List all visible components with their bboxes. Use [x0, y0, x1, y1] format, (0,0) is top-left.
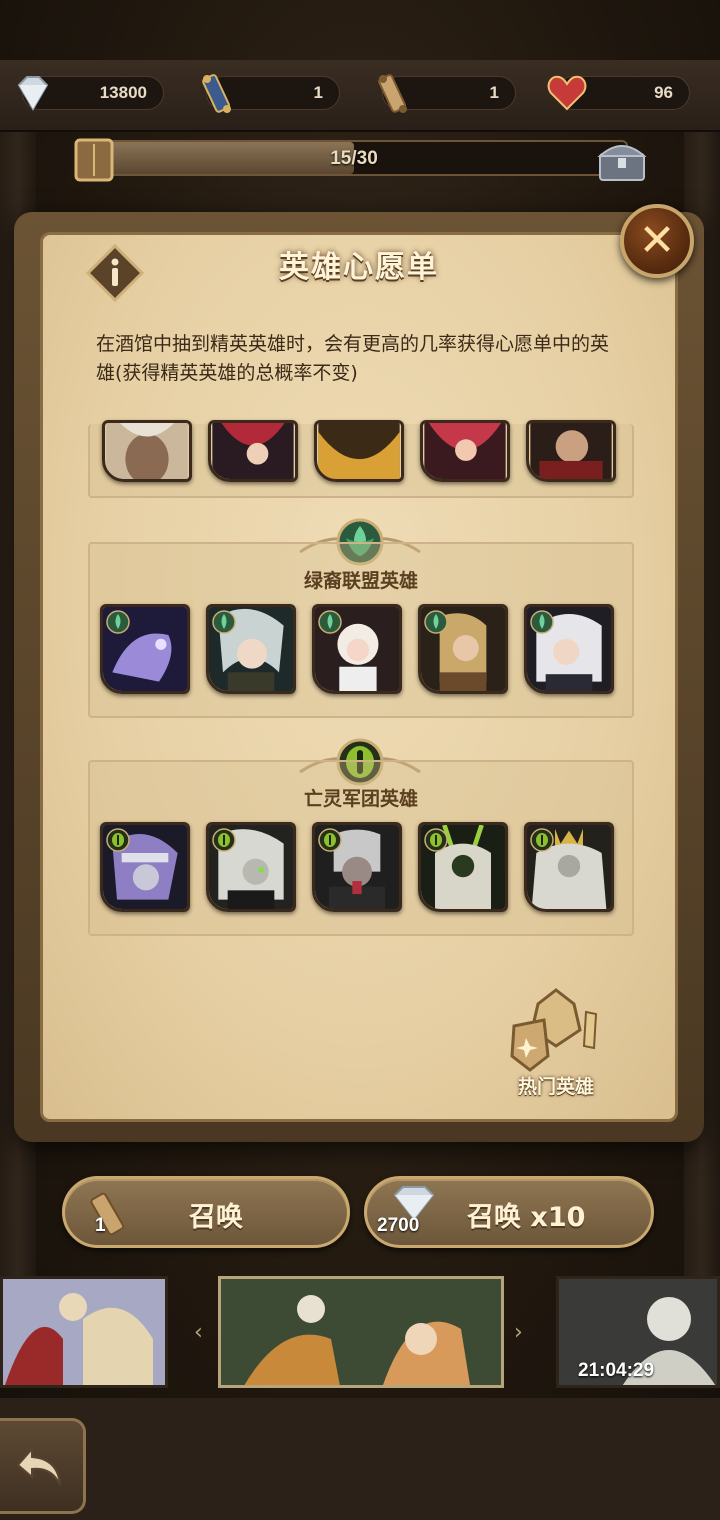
resource-bar: 13800 1 1 96 — [0, 60, 720, 132]
wilder-faction-icon — [530, 610, 554, 634]
back-button[interactable] — [0, 1418, 86, 1514]
scroll-counter[interactable]: 1 — [202, 74, 340, 113]
summon-single-cost: 1 — [95, 1215, 106, 1236]
summon-ten-label: 召唤 x10 — [467, 1202, 586, 1233]
graveborn-faction-icon — [212, 828, 236, 852]
wilder-faction-icon — [424, 610, 448, 634]
hot-heroes-label: 热门英雄 — [517, 1076, 594, 1098]
bottom-bar — [0, 1398, 720, 1520]
info-icon[interactable] — [86, 244, 144, 302]
back-arrow-icon — [16, 1446, 61, 1486]
banner-timer: 21:04:29 — [578, 1360, 655, 1381]
wilder-faction-icon — [106, 610, 130, 634]
heart-count: 96 — [654, 83, 673, 102]
chest-icon[interactable] — [594, 134, 650, 186]
hero-portrait[interactable] — [206, 604, 296, 694]
hero-group-partial — [88, 420, 634, 498]
wilder-faction-icon — [212, 610, 236, 634]
hero-portrait[interactable] — [314, 420, 404, 482]
hero-portrait[interactable] — [312, 604, 402, 694]
summon-single-label: 召唤 — [189, 1202, 243, 1233]
diamond-count: 13800 — [99, 83, 147, 102]
close-button[interactable]: ✕ — [620, 204, 694, 278]
progress-text: 15/30 — [330, 148, 378, 169]
group-label-graveborn: 亡灵军团英雄 — [303, 788, 418, 810]
hero-portrait[interactable] — [418, 822, 508, 912]
group-label-wilder: 绿裔联盟英雄 — [303, 570, 418, 592]
scroll-icon — [202, 74, 231, 113]
scroll-count: 1 — [313, 83, 323, 102]
summon-ten-cost: 2700 — [377, 1215, 420, 1236]
summon-ten-button[interactable]: 2700 召唤 x10 — [364, 1176, 654, 1248]
hero-portrait[interactable] — [524, 604, 614, 694]
hero-portrait[interactable] — [100, 604, 190, 694]
graveborn-faction-icon — [106, 828, 130, 852]
hot-heroes-button[interactable]: 热门英雄 — [494, 986, 618, 1098]
summon-single-button[interactable]: 1 召唤 — [62, 1176, 350, 1248]
diamond-icon — [17, 76, 49, 111]
hero-portrait[interactable] — [526, 420, 616, 482]
banner-thumbnail-selected[interactable] — [218, 1276, 504, 1388]
hero-portrait[interactable] — [206, 822, 296, 912]
heart-counter[interactable]: 96 — [547, 75, 690, 111]
faction-scroll-counter[interactable]: 1 — [378, 74, 516, 113]
banner-thumbnail[interactable] — [0, 1276, 168, 1388]
graveborn-faction-icon — [424, 828, 448, 852]
diamond-counter[interactable]: 13800 — [17, 76, 164, 111]
hero-portrait[interactable] — [420, 420, 510, 482]
banner-prev-arrow-icon[interactable]: ‹ — [194, 1320, 203, 1345]
hero-portrait[interactable] — [102, 420, 192, 482]
hero-portrait[interactable] — [312, 822, 402, 912]
wishlist-description: 在酒馆中抽到精英英雄时，会有更高的几率获得心愿单中的英雄(获得精英英雄的总概率不… — [96, 333, 610, 384]
hero-portrait[interactable] — [208, 420, 298, 482]
heart-icon — [547, 75, 587, 111]
helmet-shield-icon — [510, 988, 598, 1072]
hero-portrait[interactable] — [524, 822, 614, 912]
faction-scroll-icon — [378, 74, 407, 113]
faction-scroll-count: 1 — [489, 83, 499, 102]
banner-next-arrow-icon[interactable]: › — [514, 1320, 523, 1345]
wilder-faction-icon — [318, 610, 342, 634]
close-icon: ✕ — [638, 215, 676, 266]
wishlist-progress-bar: 15/30 — [74, 138, 647, 182]
graveborn-faction-icon — [530, 828, 554, 852]
hero-portrait[interactable] — [100, 822, 190, 912]
hero-portrait[interactable] — [418, 604, 508, 694]
graveborn-faction-icon — [318, 828, 342, 852]
scroll-icon — [90, 1192, 125, 1236]
